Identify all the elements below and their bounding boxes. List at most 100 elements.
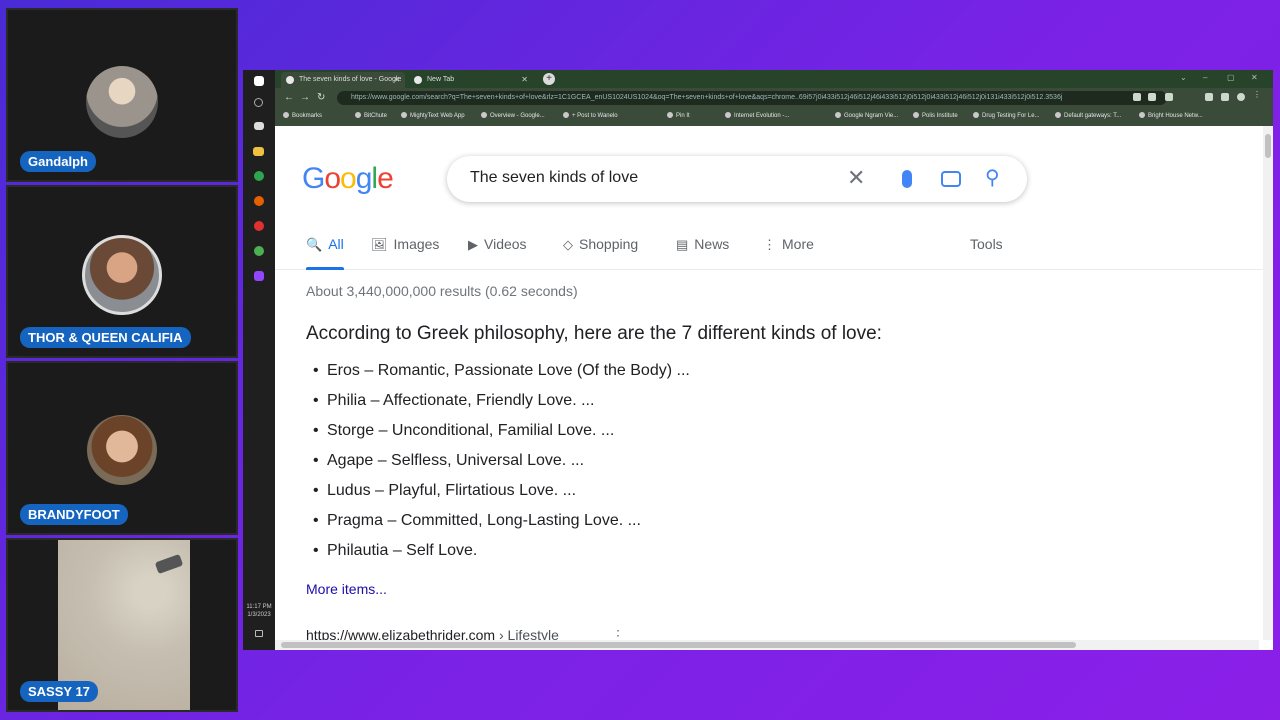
- tab-label: Videos: [484, 236, 527, 252]
- image-icon: 🖼: [371, 237, 388, 252]
- logo-letter: e: [377, 162, 394, 195]
- participant-avatar: [87, 415, 157, 485]
- bookmark-item[interactable]: Pin It: [667, 112, 690, 119]
- chrome-icon[interactable]: [254, 246, 264, 256]
- tab-label: Shopping: [579, 236, 639, 252]
- participant-panel-gandalph: Gandalph: [6, 8, 238, 182]
- voice-search-icon[interactable]: [902, 170, 912, 188]
- list-item: Ludus – Playful, Flirtatious Love. ...: [313, 482, 690, 512]
- bookmark-item[interactable]: Bright House Netw...: [1139, 112, 1203, 119]
- google-results-page: Google The seven kinds of love ✕ ⚲ 🔍 All …: [275, 126, 1273, 650]
- twitch-icon[interactable]: [254, 271, 264, 281]
- firefox-icon[interactable]: [254, 196, 264, 206]
- tab-images[interactable]: 🖼 Images: [371, 236, 439, 253]
- close-icon[interactable]: ✕: [521, 75, 528, 84]
- tab-search-icon[interactable]: ⌄: [1180, 73, 1187, 82]
- search-icon[interactable]: ⚲: [985, 168, 1000, 188]
- participant-avatar: [86, 66, 158, 138]
- participant-panel-brandyfoot: BRANDYFOOT: [6, 361, 238, 535]
- tab-title: The seven kinds of love - Google: [299, 76, 402, 83]
- tab-shopping[interactable]: ◇ Shopping: [563, 236, 638, 253]
- logo-letter: g: [355, 162, 373, 195]
- vertical-scrollbar[interactable]: [1263, 126, 1273, 640]
- results-tabs: 🔍 All 🖼 Images ▶ Videos ◇ Shopping ▤ News ⋮ Mo…: [275, 226, 1273, 270]
- share-icon[interactable]: [1148, 93, 1156, 101]
- camera-search-icon[interactable]: [941, 171, 961, 187]
- profile-avatar-icon[interactable]: [1237, 93, 1245, 101]
- list-item: Eros – Romantic, Passionate Love (Of the…: [313, 362, 690, 392]
- list-item: Agape – Selfless, Universal Love. ...: [313, 452, 690, 482]
- bookmark-item[interactable]: BitChute: [355, 112, 387, 119]
- window-close-icon[interactable]: ✕: [1251, 73, 1258, 82]
- windows-start-icon[interactable]: [254, 76, 264, 86]
- bookmark-item[interactable]: Default gateways: T...: [1055, 112, 1121, 119]
- bookmark-item[interactable]: Drug Testing For Le...: [973, 112, 1040, 119]
- browser-tab-active[interactable]: The seven kinds of love - Google ✕: [281, 72, 405, 88]
- new-tab-button[interactable]: +: [543, 73, 555, 85]
- menu-icon[interactable]: ⋮: [1253, 90, 1261, 99]
- minimize-icon[interactable]: –: [1203, 73, 1207, 82]
- logo-letter: o: [340, 162, 357, 195]
- tab-videos[interactable]: ▶ Videos: [468, 236, 527, 253]
- more-vertical-icon: ⋮: [763, 237, 776, 252]
- list-item: Pragma – Committed, Long-Lasting Love. .…: [313, 512, 690, 542]
- bookmark-item[interactable]: + Post to Wanelo: [563, 112, 618, 119]
- search-box[interactable]: The seven kinds of love ✕ ⚲: [447, 156, 1027, 202]
- bookmark-item[interactable]: Google Ngram Vie...: [835, 112, 898, 119]
- participant-name: SASSY 17: [20, 681, 98, 702]
- clear-icon[interactable]: ✕: [847, 167, 865, 189]
- folder-icon[interactable]: [253, 147, 264, 156]
- forward-icon[interactable]: →: [300, 92, 310, 103]
- bookmark-item[interactable]: Internet Evolution -...: [725, 112, 789, 119]
- reload-icon[interactable]: ↻: [317, 92, 325, 103]
- shared-screen: 11:17 PM 1/3/2023 The seven kinds of lov…: [243, 70, 1273, 650]
- edge-icon[interactable]: [254, 171, 264, 181]
- sidebar-icon[interactable]: [1221, 93, 1229, 101]
- more-items-link[interactable]: More items...: [306, 581, 387, 597]
- bookmark-star-icon[interactable]: [1165, 93, 1173, 101]
- address-bar[interactable]: https://www.google.com/search?q=The+seve…: [337, 91, 1167, 105]
- maximize-icon[interactable]: ▢: [1227, 73, 1235, 82]
- tab-label: Images: [393, 236, 440, 252]
- address-bar-row: ← → ↻ https://www.google.com/search?q=Th…: [275, 88, 1273, 108]
- tab-label: News: [694, 236, 730, 252]
- opera-icon[interactable]: [254, 221, 264, 231]
- taskbar-time: 11:17 PM: [246, 604, 272, 610]
- scrollbar-thumb[interactable]: [281, 642, 1076, 648]
- taskbar-date: 1/3/2023: [247, 612, 271, 618]
- back-icon[interactable]: ←: [284, 92, 294, 103]
- horizontal-scrollbar[interactable]: [275, 640, 1259, 650]
- scrollbar-thumb[interactable]: [1265, 134, 1271, 158]
- participant-panel-thor: THOR & QUEEN CALIFIA: [6, 185, 238, 358]
- participant-name: BRANDYFOOT: [20, 504, 128, 525]
- tab-label: All: [328, 236, 344, 252]
- search-icon[interactable]: [254, 98, 263, 107]
- logo-letter: G: [302, 162, 325, 195]
- notification-icon[interactable]: [255, 630, 263, 637]
- bookmark-item[interactable]: MightyText Web App: [401, 112, 465, 119]
- tools-button[interactable]: Tools: [970, 236, 1003, 252]
- browser-tab[interactable]: New Tab ✕: [409, 72, 533, 88]
- tab-label: More: [782, 236, 814, 252]
- tab-title: New Tab: [427, 76, 455, 83]
- google-logo[interactable]: Google: [302, 162, 394, 196]
- zoom-icon[interactable]: [1133, 93, 1141, 101]
- app-icon[interactable]: [254, 122, 264, 130]
- tab-news[interactable]: ▤ News: [676, 236, 729, 253]
- extensions-icon[interactable]: [1205, 93, 1213, 101]
- list-item: Storge – Unconditional, Familial Love. .…: [313, 422, 690, 452]
- bookmark-item[interactable]: Overview - Google...: [481, 112, 545, 119]
- participant-name: Gandalph: [20, 151, 96, 172]
- tab-more[interactable]: ⋮ More: [763, 236, 814, 253]
- tab-strip: The seven kinds of love - Google ✕ New T…: [275, 70, 1273, 88]
- bookmark-item[interactable]: Polis Institute: [913, 112, 958, 119]
- bookmark-item[interactable]: Bookmarks: [283, 112, 322, 119]
- search-input[interactable]: The seven kinds of love: [470, 169, 638, 187]
- participant-avatar: [82, 235, 162, 315]
- tab-all[interactable]: 🔍 All: [306, 236, 344, 270]
- tag-icon: ◇: [563, 237, 573, 252]
- close-icon[interactable]: ✕: [393, 75, 400, 84]
- search-icon: 🔍: [306, 237, 323, 252]
- video-icon: ▶: [468, 237, 478, 252]
- logo-letter: o: [324, 162, 341, 195]
